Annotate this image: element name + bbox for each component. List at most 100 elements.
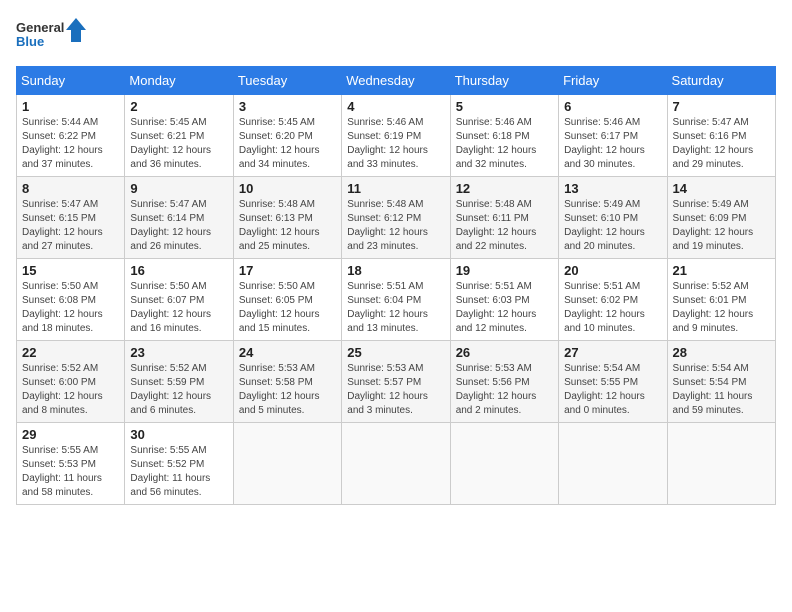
day-info: Sunrise: 5:49 AMSunset: 6:10 PMDaylight:… xyxy=(564,199,645,252)
calendar-cell: 9 Sunrise: 5:47 AMSunset: 6:14 PMDayligh… xyxy=(125,177,233,259)
day-info: Sunrise: 5:48 AMSunset: 6:11 PMDaylight:… xyxy=(456,199,537,252)
day-info: Sunrise: 5:51 AMSunset: 6:02 PMDaylight:… xyxy=(564,281,645,334)
calendar-day-header-wednesday: Wednesday xyxy=(342,67,450,95)
day-number: 17 xyxy=(239,263,336,278)
calendar-cell: 30 Sunrise: 5:55 AMSunset: 5:52 PMDaylig… xyxy=(125,423,233,505)
calendar-cell xyxy=(233,423,341,505)
page-header: General Blue xyxy=(16,16,776,58)
day-number: 14 xyxy=(673,181,770,196)
day-info: Sunrise: 5:47 AMSunset: 6:15 PMDaylight:… xyxy=(22,199,103,252)
logo: General Blue xyxy=(16,16,86,58)
day-number: 18 xyxy=(347,263,444,278)
calendar-cell: 8 Sunrise: 5:47 AMSunset: 6:15 PMDayligh… xyxy=(17,177,125,259)
calendar-cell: 16 Sunrise: 5:50 AMSunset: 6:07 PMDaylig… xyxy=(125,259,233,341)
day-number: 28 xyxy=(673,345,770,360)
day-number: 10 xyxy=(239,181,336,196)
day-number: 16 xyxy=(130,263,227,278)
svg-text:Blue: Blue xyxy=(16,34,44,49)
day-info: Sunrise: 5:46 AMSunset: 6:18 PMDaylight:… xyxy=(456,117,537,170)
day-info: Sunrise: 5:50 AMSunset: 6:08 PMDaylight:… xyxy=(22,281,103,334)
calendar-cell: 12 Sunrise: 5:48 AMSunset: 6:11 PMDaylig… xyxy=(450,177,558,259)
day-number: 27 xyxy=(564,345,661,360)
day-number: 8 xyxy=(22,181,119,196)
day-number: 26 xyxy=(456,345,553,360)
calendar-day-header-monday: Monday xyxy=(125,67,233,95)
calendar-cell: 6 Sunrise: 5:46 AMSunset: 6:17 PMDayligh… xyxy=(559,95,667,177)
day-info: Sunrise: 5:45 AMSunset: 6:20 PMDaylight:… xyxy=(239,117,320,170)
day-info: Sunrise: 5:54 AMSunset: 5:55 PMDaylight:… xyxy=(564,363,645,416)
calendar-cell: 14 Sunrise: 5:49 AMSunset: 6:09 PMDaylig… xyxy=(667,177,775,259)
calendar-week-row: 29 Sunrise: 5:55 AMSunset: 5:53 PMDaylig… xyxy=(17,423,776,505)
day-info: Sunrise: 5:48 AMSunset: 6:13 PMDaylight:… xyxy=(239,199,320,252)
calendar-cell: 7 Sunrise: 5:47 AMSunset: 6:16 PMDayligh… xyxy=(667,95,775,177)
logo-icon: General Blue xyxy=(16,16,86,58)
calendar-cell: 3 Sunrise: 5:45 AMSunset: 6:20 PMDayligh… xyxy=(233,95,341,177)
calendar-cell: 2 Sunrise: 5:45 AMSunset: 6:21 PMDayligh… xyxy=(125,95,233,177)
calendar-cell: 4 Sunrise: 5:46 AMSunset: 6:19 PMDayligh… xyxy=(342,95,450,177)
calendar-cell: 19 Sunrise: 5:51 AMSunset: 6:03 PMDaylig… xyxy=(450,259,558,341)
calendar-day-header-saturday: Saturday xyxy=(667,67,775,95)
day-info: Sunrise: 5:52 AMSunset: 5:59 PMDaylight:… xyxy=(130,363,211,416)
day-info: Sunrise: 5:55 AMSunset: 5:53 PMDaylight:… xyxy=(22,445,102,498)
calendar-week-row: 22 Sunrise: 5:52 AMSunset: 6:00 PMDaylig… xyxy=(17,341,776,423)
calendar-cell xyxy=(342,423,450,505)
day-number: 25 xyxy=(347,345,444,360)
day-info: Sunrise: 5:53 AMSunset: 5:57 PMDaylight:… xyxy=(347,363,428,416)
day-number: 22 xyxy=(22,345,119,360)
calendar-cell: 5 Sunrise: 5:46 AMSunset: 6:18 PMDayligh… xyxy=(450,95,558,177)
day-info: Sunrise: 5:50 AMSunset: 6:05 PMDaylight:… xyxy=(239,281,320,334)
day-info: Sunrise: 5:51 AMSunset: 6:04 PMDaylight:… xyxy=(347,281,428,334)
calendar-cell: 24 Sunrise: 5:53 AMSunset: 5:58 PMDaylig… xyxy=(233,341,341,423)
day-number: 19 xyxy=(456,263,553,278)
day-info: Sunrise: 5:48 AMSunset: 6:12 PMDaylight:… xyxy=(347,199,428,252)
calendar-cell: 13 Sunrise: 5:49 AMSunset: 6:10 PMDaylig… xyxy=(559,177,667,259)
calendar-day-header-sunday: Sunday xyxy=(17,67,125,95)
calendar-week-row: 1 Sunrise: 5:44 AMSunset: 6:22 PMDayligh… xyxy=(17,95,776,177)
calendar-table: SundayMondayTuesdayWednesdayThursdayFrid… xyxy=(16,66,776,505)
calendar-cell: 21 Sunrise: 5:52 AMSunset: 6:01 PMDaylig… xyxy=(667,259,775,341)
day-number: 13 xyxy=(564,181,661,196)
calendar-cell xyxy=(559,423,667,505)
calendar-cell: 1 Sunrise: 5:44 AMSunset: 6:22 PMDayligh… xyxy=(17,95,125,177)
calendar-cell: 22 Sunrise: 5:52 AMSunset: 6:00 PMDaylig… xyxy=(17,341,125,423)
day-info: Sunrise: 5:46 AMSunset: 6:19 PMDaylight:… xyxy=(347,117,428,170)
day-number: 3 xyxy=(239,99,336,114)
calendar-cell: 25 Sunrise: 5:53 AMSunset: 5:57 PMDaylig… xyxy=(342,341,450,423)
day-number: 15 xyxy=(22,263,119,278)
day-number: 23 xyxy=(130,345,227,360)
day-number: 20 xyxy=(564,263,661,278)
day-number: 24 xyxy=(239,345,336,360)
calendar-cell: 11 Sunrise: 5:48 AMSunset: 6:12 PMDaylig… xyxy=(342,177,450,259)
day-info: Sunrise: 5:52 AMSunset: 6:00 PMDaylight:… xyxy=(22,363,103,416)
calendar-week-row: 15 Sunrise: 5:50 AMSunset: 6:08 PMDaylig… xyxy=(17,259,776,341)
day-info: Sunrise: 5:50 AMSunset: 6:07 PMDaylight:… xyxy=(130,281,211,334)
day-number: 2 xyxy=(130,99,227,114)
day-number: 11 xyxy=(347,181,444,196)
day-number: 4 xyxy=(347,99,444,114)
calendar-cell: 26 Sunrise: 5:53 AMSunset: 5:56 PMDaylig… xyxy=(450,341,558,423)
day-number: 30 xyxy=(130,427,227,442)
calendar-cell xyxy=(450,423,558,505)
calendar-cell: 28 Sunrise: 5:54 AMSunset: 5:54 PMDaylig… xyxy=(667,341,775,423)
svg-text:General: General xyxy=(16,20,64,35)
day-info: Sunrise: 5:47 AMSunset: 6:16 PMDaylight:… xyxy=(673,117,754,170)
day-info: Sunrise: 5:47 AMSunset: 6:14 PMDaylight:… xyxy=(130,199,211,252)
day-info: Sunrise: 5:52 AMSunset: 6:01 PMDaylight:… xyxy=(673,281,754,334)
day-info: Sunrise: 5:53 AMSunset: 5:56 PMDaylight:… xyxy=(456,363,537,416)
day-number: 21 xyxy=(673,263,770,278)
day-number: 7 xyxy=(673,99,770,114)
calendar-cell: 20 Sunrise: 5:51 AMSunset: 6:02 PMDaylig… xyxy=(559,259,667,341)
day-info: Sunrise: 5:46 AMSunset: 6:17 PMDaylight:… xyxy=(564,117,645,170)
day-info: Sunrise: 5:49 AMSunset: 6:09 PMDaylight:… xyxy=(673,199,754,252)
day-info: Sunrise: 5:44 AMSunset: 6:22 PMDaylight:… xyxy=(22,117,103,170)
calendar-cell xyxy=(667,423,775,505)
day-info: Sunrise: 5:51 AMSunset: 6:03 PMDaylight:… xyxy=(456,281,537,334)
calendar-cell: 15 Sunrise: 5:50 AMSunset: 6:08 PMDaylig… xyxy=(17,259,125,341)
day-number: 5 xyxy=(456,99,553,114)
calendar-week-row: 8 Sunrise: 5:47 AMSunset: 6:15 PMDayligh… xyxy=(17,177,776,259)
day-number: 12 xyxy=(456,181,553,196)
calendar-day-header-tuesday: Tuesday xyxy=(233,67,341,95)
day-number: 1 xyxy=(22,99,119,114)
calendar-day-header-friday: Friday xyxy=(559,67,667,95)
day-info: Sunrise: 5:55 AMSunset: 5:52 PMDaylight:… xyxy=(130,445,210,498)
